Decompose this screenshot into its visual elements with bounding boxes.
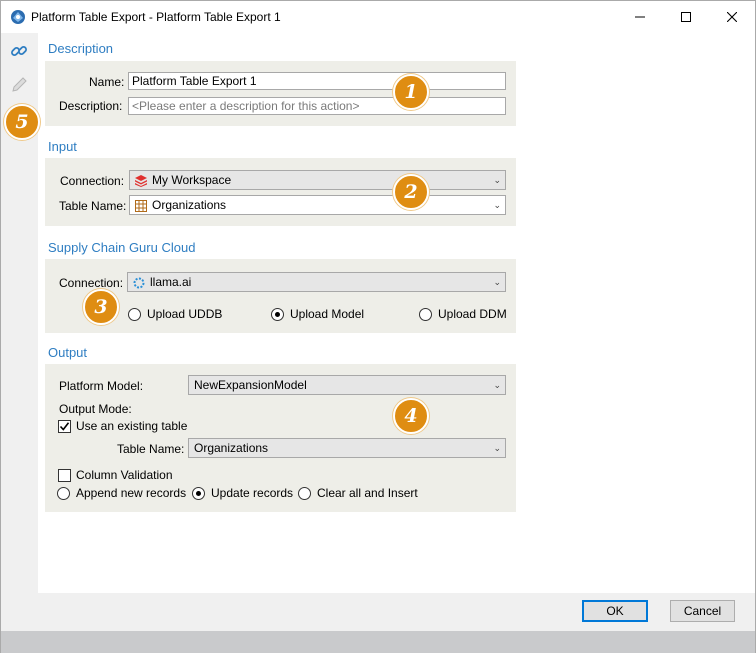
bottom-border [1,631,755,653]
callout-badge-3: 3 [83,289,119,325]
name-field[interactable]: Platform Table Export 1 [128,72,506,90]
radio-button [57,486,70,500]
main-content: Description Name: Platform Table Export … [38,33,755,593]
cloud-connection-label: Connection: [59,276,124,290]
app-icon [11,10,25,24]
output-panel: Platform Model: NewExpansionModel ⌄ Outp… [45,364,516,512]
chevron-down-icon: ⌄ [493,200,501,210]
chevron-down-icon: ⌄ [493,175,501,185]
dialog-footer: OK Cancel [1,593,755,631]
workspace-icon [135,174,147,187]
clear-insert-label: Clear all and Insert [317,486,418,500]
output-table-label: Table Name: [117,442,185,456]
description-label: Description: [59,99,123,113]
name-label: Name: [89,75,125,89]
update-records-label: Update records [211,486,294,500]
cloud-connection-value: llama.ai [150,275,192,289]
append-records-label: Append new records [76,486,187,500]
input-section-title: Input [48,139,77,154]
cloud-connection-icon [133,277,145,289]
description-field[interactable]: <Please enter a description for this act… [128,97,506,115]
input-table-label: Table Name: [59,199,127,213]
input-table-value: Organizations [152,198,227,212]
description-panel: Name: Platform Table Export 1 Descriptio… [45,61,516,126]
export-dialog: Platform Table Export - Platform Table E… [0,0,756,653]
platform-model-label: Platform Model: [59,379,144,393]
callout-badge-1: 1 [393,74,429,110]
radio-button [128,307,141,321]
use-existing-table-checkbox[interactable]: Use an existing table [58,419,187,433]
chevron-down-icon: ⌄ [493,277,501,287]
upload-ddm-radio[interactable]: Upload DDM [419,307,507,321]
callout-badge-2: 2 [393,174,429,210]
upload-ddm-label: Upload DDM [438,307,507,321]
check-icon [59,421,70,431]
link-icon [11,46,27,56]
input-connection-value: My Workspace [152,173,232,187]
cancel-button[interactable]: Cancel [670,600,735,622]
append-records-radio[interactable]: Append new records [57,486,186,500]
input-panel: Connection: My Workspace ⌄ Table Name: O… [45,158,516,226]
pencil-icon [12,77,27,92]
callout-badge-5: 5 [4,104,40,140]
callout-badge-4: 4 [393,398,429,434]
checkbox [58,468,71,482]
upload-uddb-radio[interactable]: Upload UDDB [128,307,222,321]
upload-model-label: Upload Model [290,307,365,321]
column-validation-checkbox[interactable]: Column Validation [58,468,173,482]
radio-button [419,307,432,321]
output-section-title: Output [48,345,88,360]
input-connection-dropdown[interactable]: My Workspace ⌄ [129,170,506,190]
input-connection-label: Connection: [60,174,125,188]
radio-button-selected [192,486,205,500]
ok-button[interactable]: OK [582,600,648,622]
cloud-connection-dropdown[interactable]: llama.ai ⌄ [127,272,506,292]
description-section-title: Description [48,41,114,56]
title-bar: Platform Table Export - Platform Table E… [1,1,755,33]
upload-model-radio[interactable]: Upload Model [271,307,364,321]
chevron-down-icon: ⌄ [493,443,501,453]
output-mode-label: Output Mode: [59,402,132,416]
chevron-down-icon: ⌄ [493,380,501,390]
maximize-icon [681,12,691,22]
cloud-section-title: Supply Chain Guru Cloud [48,240,196,255]
maximize-button[interactable] [663,1,709,33]
checkbox-checked [58,419,71,433]
output-table-dropdown[interactable]: Organizations ⌄ [188,438,506,458]
update-records-radio[interactable]: Update records [192,486,293,500]
minimize-button[interactable] [617,1,663,33]
minimize-icon [635,16,645,18]
use-existing-table-label: Use an existing table [76,419,188,433]
output-table-value: Organizations [194,441,269,455]
window-title: Platform Table Export - Platform Table E… [31,10,281,24]
edit-button[interactable] [9,75,29,95]
column-validation-label: Column Validation [76,468,173,482]
radio-button-selected [271,307,284,321]
table-icon [135,199,147,212]
platform-model-dropdown[interactable]: NewExpansionModel ⌄ [188,375,506,395]
clear-insert-radio[interactable]: Clear all and Insert [298,486,418,500]
upload-uddb-label: Upload UDDB [147,307,223,321]
close-button[interactable] [709,1,755,33]
radio-button [298,486,311,500]
input-table-dropdown[interactable]: Organizations ⌄ [129,195,506,215]
platform-model-value: NewExpansionModel [194,378,307,392]
close-icon [727,12,737,22]
link-button[interactable] [9,41,29,61]
